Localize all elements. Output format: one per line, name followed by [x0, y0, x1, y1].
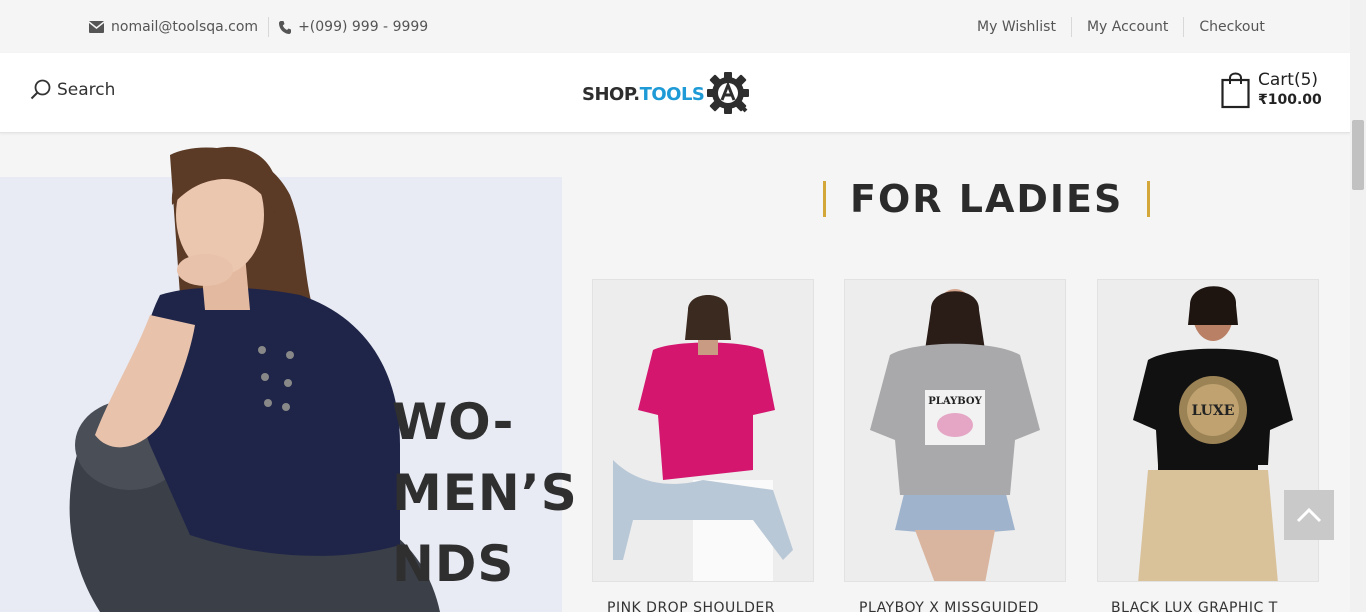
banner-line-1: WO- [392, 393, 515, 451]
product-name[interactable]: PLAYBOY X MISSGUIDED [859, 600, 1059, 612]
account-links: My Wishlist My Account Checkout [977, 17, 1265, 37]
banner-line-3: NDS [392, 535, 515, 593]
search-label: Search [57, 79, 116, 100]
cart-widget[interactable]: Cart(5) ₹100.00 [1221, 72, 1322, 109]
my-wishlist-link[interactable]: My Wishlist [977, 19, 1056, 35]
product-image [593, 280, 813, 581]
search-icon [30, 79, 51, 100]
cart-summary: Cart(5) ₹100.00 [1258, 70, 1322, 108]
product-card[interactable] [592, 279, 814, 582]
divider [268, 17, 270, 37]
back-to-top-button[interactable] [1284, 490, 1334, 540]
gear-logo-icon [707, 72, 750, 114]
main-header: Search SHOP.TOOLS Cart(5) ₹100.00 [0, 53, 1350, 133]
svg-text:PLAYBOY: PLAYBOY [928, 396, 982, 407]
top-bar: nomail@toolsqa.com +(099) 999 - 9999 My … [0, 0, 1350, 53]
section-heading: FOR LADIES [823, 177, 1151, 221]
phone-item[interactable]: +(099) 999 - 9999 [279, 17, 428, 37]
svg-text:LUXE: LUXE [1192, 403, 1235, 419]
product-name[interactable]: BLACK LUX GRAPHIC T [1111, 600, 1311, 612]
phone-text: +(099) 999 - 9999 [298, 19, 429, 35]
logo-tools: TOOLS [639, 83, 705, 105]
divider [1183, 17, 1185, 37]
envelope-icon [89, 21, 104, 33]
product-image: PLAYBOY [845, 280, 1065, 581]
logo-text: SHOP.TOOLS [582, 83, 705, 105]
shopping-bag-icon [1221, 72, 1250, 109]
divider [1070, 17, 1072, 37]
site-logo[interactable]: SHOP.TOOLS [582, 71, 752, 117]
product-name[interactable]: PINK DROP SHOULDER [607, 600, 807, 612]
heading-accent-bar [1147, 181, 1151, 217]
cart-total: ₹100.00 [1258, 92, 1322, 108]
email-item[interactable]: nomail@toolsqa.com [89, 17, 258, 37]
section-title-text: FOR LADIES [850, 177, 1124, 221]
search-toggle[interactable]: Search [30, 79, 115, 100]
scrollbar-thumb[interactable] [1352, 120, 1364, 190]
cart-count: Cart(5) [1258, 70, 1319, 90]
banner-text: WO- MEN’S NDS [392, 387, 578, 600]
chevron-up-icon [1296, 507, 1322, 523]
email-text: nomail@toolsqa.com [111, 19, 259, 35]
contact-info: nomail@toolsqa.com +(099) 999 - 9999 [89, 17, 428, 37]
logo-shop: SHOP. [582, 83, 640, 105]
checkout-link[interactable]: Checkout [1199, 19, 1265, 35]
phone-icon [279, 20, 292, 34]
scrollbar-track[interactable] [1350, 0, 1366, 612]
my-account-link[interactable]: My Account [1087, 19, 1168, 35]
product-card[interactable]: PLAYBOY [844, 279, 1066, 582]
banner-line-2: MEN’S [392, 464, 578, 522]
